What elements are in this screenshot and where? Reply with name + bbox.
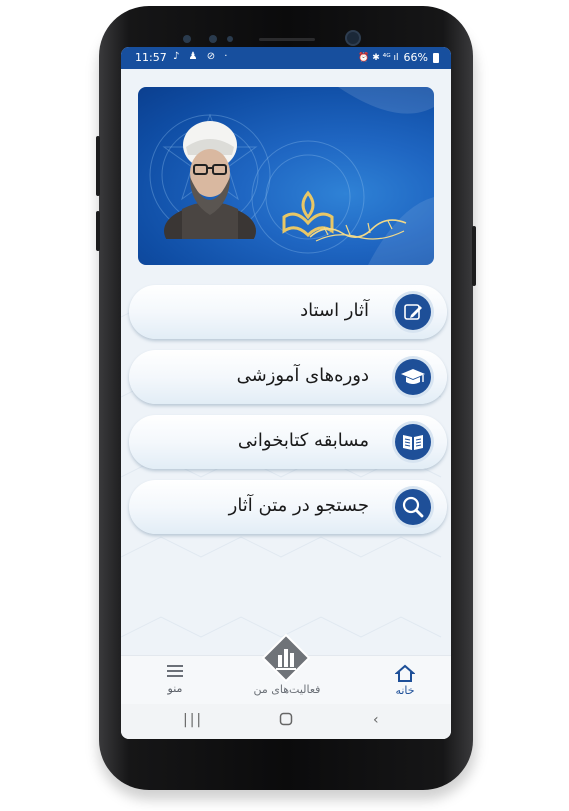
open-book-icon [395,424,431,460]
recents-icon[interactable]: ||| [183,712,203,728]
nav-menu-label: منو [167,682,183,695]
battery-icon [433,52,439,63]
nav-activities-label: فعالیت‌های من [253,683,321,696]
system-icons: ⏰ ✱ ⁴ᴳ ıl [358,52,399,63]
power-button [472,226,476,286]
sensor-dot [227,36,233,42]
status-time: 11:57 [135,51,167,64]
back-icon[interactable]: ‹ [373,712,379,728]
reading-contest-label: مسابقه کتابخوانی [237,430,369,451]
nav-my-activities[interactable]: فعالیت‌های من [239,683,335,696]
earpiece [259,38,315,41]
hamburger-icon [167,665,183,677]
activities-fab[interactable] [261,633,311,683]
hero-banner [138,87,434,265]
reading-contest-button[interactable]: مسابقه کتابخوانی [129,415,447,469]
nav-home[interactable]: خانه [381,664,429,697]
home-icon [395,664,415,682]
volume-button [96,136,100,196]
works-button[interactable]: آثار استاد [129,285,447,339]
sensor-dot [209,35,217,43]
courses-label: دوره‌های آموزشی [236,365,369,386]
sensor-dot [183,35,191,43]
graduation-cap-icon [395,359,431,395]
home-button-icon[interactable] [279,712,293,730]
calligraphy-logotype [309,219,407,242]
status-bar: 11:57 ♪ ♟ ⊘ · ⏰ ✱ ⁴ᴳ ıl 66% [121,47,451,69]
courses-button[interactable]: دوره‌های آموزشی [129,350,447,404]
bar-chart-icon [261,633,311,683]
search-works-button[interactable]: جستجو در متن آثار [129,480,447,534]
search-works-label: جستجو در متن آثار [228,495,369,516]
bixby-button [96,211,100,251]
search-icon [395,489,431,525]
app-screen: 11:57 ♪ ♟ ⊘ · ⏰ ✱ ⁴ᴳ ıl 66% آثار استاد د… [121,47,451,739]
front-camera [347,32,359,44]
status-right: ⏰ ✱ ⁴ᴳ ıl 66% [358,51,439,64]
pencil-edit-icon [395,294,431,330]
system-navigation-bar: ||| ‹ [121,704,451,739]
nav-menu[interactable]: منو [155,664,195,695]
works-label: آثار استاد [300,300,369,321]
notification-icons: ♪ ♟ ⊘ · [173,51,231,62]
nav-home-label: خانه [395,684,415,697]
portrait-image [164,121,256,239]
battery-percent: 66% [403,51,428,64]
